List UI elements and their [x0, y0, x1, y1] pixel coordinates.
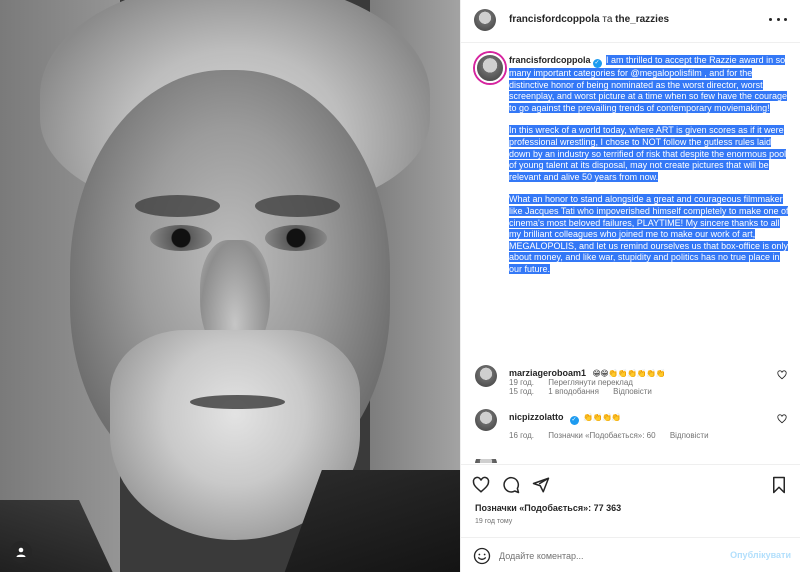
post-header: francisfordcoppola та the_razzies: [461, 0, 800, 43]
comment-icon: [503, 476, 520, 494]
caption-paragraph-3: What an honor to stand alongside a great…: [509, 194, 789, 274]
post-comment-button[interactable]: Опублікувати: [730, 550, 791, 560]
post-timestamp: 19 год тому: [475, 518, 513, 525]
photo-eye-right: [265, 225, 327, 251]
caption-username[interactable]: francisfordcoppola: [509, 55, 591, 65]
comment-input[interactable]: [499, 547, 729, 565]
author-avatar[interactable]: [474, 9, 496, 31]
reply-button[interactable]: Відповісти: [613, 387, 652, 396]
post-actions: [461, 464, 800, 505]
heart-icon: [472, 476, 490, 493]
verified-badge-icon: ✓: [592, 59, 602, 68]
comments-scroll-area[interactable]: francisfordcoppola ✓ I am thrilled to acc…: [461, 43, 800, 463]
save-button[interactable]: [769, 475, 789, 495]
commenter-avatar[interactable]: [475, 365, 497, 387]
smiley-icon: [473, 547, 491, 565]
coauthor-username[interactable]: the_razzies: [615, 14, 669, 25]
author-username[interactable]: francisfordcoppola: [509, 14, 600, 25]
photo-mouth: [190, 395, 285, 409]
share-button[interactable]: [531, 475, 551, 495]
emoji-picker-button[interactable]: [473, 547, 491, 565]
comment-item: marziageroboam1 😁😁👏👏👏👏👏👏 15 год. 1 вподо…: [475, 365, 791, 405]
comment-meta: 15 год. 1 вподобання Відповісти: [509, 387, 664, 396]
post-sidebar: francisfordcoppola та the_razzies franci…: [460, 0, 800, 572]
comment-button[interactable]: [501, 475, 521, 495]
verified-badge-icon: ✓: [569, 416, 579, 425]
photo-brow-left: [135, 195, 220, 217]
authors-joiner: та: [602, 14, 613, 25]
comment-like-icon[interactable]: [777, 414, 787, 424]
caption-paragraph-2: In this wreck of a world today, where AR…: [509, 125, 787, 182]
comment-text: marziageroboam1 😁😁👏👏👏👏👏👏: [509, 368, 666, 378]
reply-button[interactable]: Відповісти: [670, 431, 709, 440]
more-icon: [769, 17, 772, 21]
caption-avatar[interactable]: [475, 53, 505, 83]
comment-text: nicpizzolatto ✓ 👏👏👏👏: [509, 412, 621, 425]
post-authors: francisfordcoppola та the_razzies: [509, 14, 669, 25]
likes-count[interactable]: Позначки «Подобається»: 77 363: [475, 503, 621, 513]
comment-likes[interactable]: Позначки «Подобається»: 60: [548, 431, 655, 440]
comment-item: nicpizzolatto ✓ 👏👏👏👏 16 год. Позначки «По…: [475, 409, 791, 449]
commenter-avatar[interactable]: [475, 459, 497, 463]
add-comment-bar: Опублікувати: [461, 537, 800, 573]
like-button[interactable]: [471, 475, 491, 495]
share-icon: [532, 477, 550, 493]
commenter-username[interactable]: marziageroboam1: [509, 368, 586, 378]
comment-body: 😁😁👏👏👏👏👏👏: [592, 369, 666, 378]
comment-item-partial: [475, 459, 791, 463]
bookmark-icon: [773, 476, 785, 494]
comment-age: 15 год.: [509, 387, 535, 396]
comment-likes[interactable]: 1 вподобання: [548, 387, 599, 396]
tagged-people-button[interactable]: [10, 541, 32, 563]
comment-age: 16 год.: [509, 431, 535, 440]
photo-eye-left: [150, 225, 212, 251]
commenter-avatar[interactable]: [475, 409, 497, 431]
caption-text: francisfordcoppola ✓ I am thrilled to acc…: [509, 55, 789, 276]
user-icon: [16, 547, 26, 557]
post-photo[interactable]: [0, 0, 460, 572]
commenter-username[interactable]: nicpizzolatto: [509, 412, 564, 422]
photo-brow-right: [255, 195, 340, 217]
more-options-button[interactable]: [769, 14, 787, 24]
comment-meta: 16 год. Позначки «Подобається»: 60 Відпо…: [509, 431, 721, 440]
comment-like-icon[interactable]: [777, 370, 787, 380]
comment-body: 👏👏👏👏: [583, 413, 621, 422]
